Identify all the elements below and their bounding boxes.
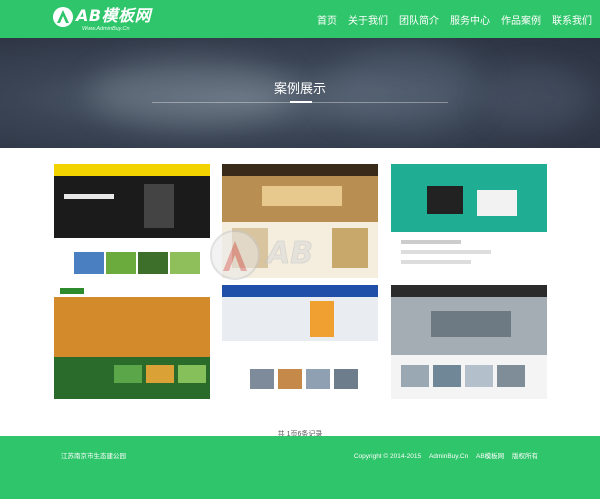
banner-bokeh [480, 68, 590, 128]
case-thumbnail-1[interactable] [54, 164, 210, 278]
nav-cases[interactable]: 作品案例 [501, 12, 541, 27]
nav-services[interactable]: 服务中心 [450, 12, 490, 27]
nav-home[interactable]: 首页 [317, 12, 337, 27]
footer-copyright: Copyright © 2014-2015 AdminBuy.Cn AB模板网 … [348, 450, 538, 460]
case-thumbnail-4[interactable] [54, 285, 210, 399]
footer-rights: 版权所有 [512, 453, 538, 460]
page-title: 案例展示 [273, 81, 326, 96]
case-thumbnail-5[interactable] [222, 285, 378, 399]
footer-brand-link[interactable]: AB模板网 [476, 453, 504, 460]
case-thumbnail-3[interactable] [391, 164, 547, 278]
copyright-text: Copyright © 2014-2015 [353, 453, 422, 460]
site-header: AB模板网 Www.AdminBuy.Cn 首页 关于我们 团队简介 服务中心 … [0, 0, 600, 38]
site-logo[interactable]: AB模板网 Www.AdminBuy.Cn [52, 6, 162, 34]
logo-a-icon [53, 7, 73, 27]
page-banner: 案例展示 [0, 38, 600, 148]
nav-team[interactable]: 团队简介 [399, 12, 439, 27]
title-divider-accent [290, 101, 312, 103]
logo-text: AB模板网 [76, 6, 152, 25]
site-footer: 江苏南京市生态建公园 Copyright © 2014-2015 AdminBu… [0, 436, 600, 499]
case-thumbnail-2[interactable] [222, 164, 378, 278]
footer-site-link[interactable]: AdminBuy.Cn [429, 453, 468, 460]
logo-subtext: Www.AdminBuy.Cn [82, 26, 130, 32]
main-nav: 首页 关于我们 团队简介 服务中心 作品案例 联系我们 [306, 0, 592, 38]
nav-about[interactable]: 关于我们 [348, 12, 388, 27]
nav-contact[interactable]: 联系我们 [552, 12, 592, 27]
case-thumbnail-6[interactable] [391, 285, 547, 399]
footer-address: 江苏南京市生态建公园 [61, 453, 126, 460]
